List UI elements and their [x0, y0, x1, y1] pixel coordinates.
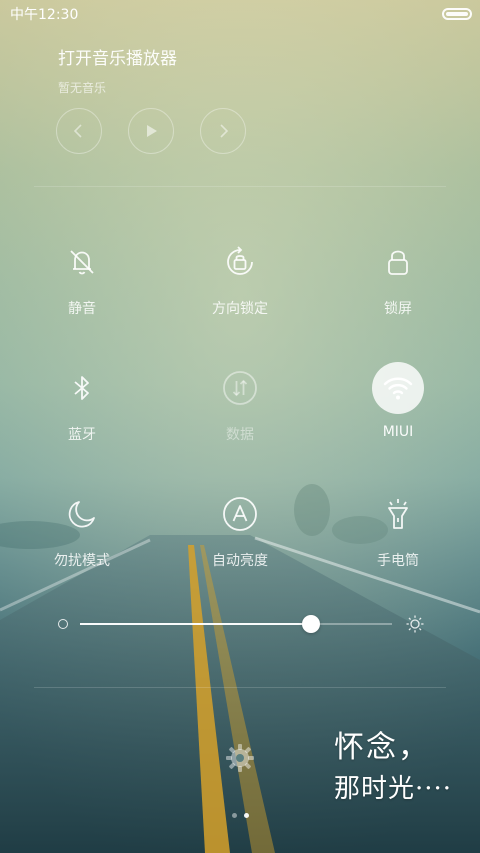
divider	[34, 186, 446, 187]
brightness-fill	[80, 623, 311, 625]
toggle-mute[interactable]: 静音	[22, 236, 142, 318]
moon-icon	[68, 501, 95, 528]
wallpaper-line-1: 怀念，	[334, 730, 430, 765]
toggle-label: 方向锁定	[212, 301, 268, 317]
toggle-label: 手电筒	[377, 553, 419, 569]
toggle-label: 锁屏	[384, 301, 412, 317]
music-subtitle: 暂无音乐	[58, 81, 107, 95]
brightness-track[interactable]	[80, 623, 392, 625]
status-time: 中午12:30	[10, 7, 79, 23]
toggle-auto-brightness[interactable]: 自动亮度	[180, 488, 300, 570]
brightness-low-icon	[58, 619, 68, 629]
play-icon	[147, 125, 157, 137]
mute-bell-icon	[70, 250, 94, 275]
play-button[interactable]	[128, 108, 174, 154]
toggle-label: 勿扰模式	[54, 553, 110, 569]
mobile-data-icon	[223, 371, 257, 405]
rotation-lock-icon	[227, 246, 253, 275]
auto-brightness-icon	[223, 497, 257, 531]
next-button[interactable]	[200, 108, 246, 154]
chevron-right-icon	[220, 124, 229, 138]
gear-icon[interactable]	[224, 742, 256, 774]
lock-icon	[388, 250, 408, 275]
chevron-left-icon	[73, 124, 82, 138]
music-controls	[56, 108, 246, 154]
page-dot-active	[244, 813, 249, 818]
toggle-lock-screen[interactable]: 锁屏	[338, 236, 458, 318]
page-dot	[232, 813, 237, 818]
toggle-flashlight[interactable]: 手电筒	[338, 488, 458, 570]
toggle-rotation-lock[interactable]: 方向锁定	[180, 236, 300, 318]
toggle-label: 蓝牙	[68, 427, 96, 443]
flashlight-icon	[388, 499, 408, 529]
bluetooth-icon	[74, 376, 89, 400]
wifi-icon	[383, 377, 413, 400]
toggle-label: 数据	[226, 427, 254, 443]
brightness-slider[interactable]	[58, 612, 432, 636]
wallpaper-caption: 怀念， 那时光····	[334, 728, 480, 806]
sun-icon	[406, 615, 424, 633]
music-widget[interactable]: 打开音乐播放器 暂无音乐	[58, 44, 418, 96]
toggle-mobile-data[interactable]: 数据	[180, 362, 300, 444]
brightness-knob[interactable]	[301, 615, 320, 633]
divider	[34, 687, 446, 688]
status-bar: 中午12:30	[0, 0, 480, 28]
toggle-label: MIUI	[382, 424, 414, 440]
wallpaper-line-2: 那时光····	[334, 774, 453, 804]
page-indicator	[232, 813, 249, 818]
toggle-bluetooth[interactable]: 蓝牙	[22, 362, 142, 444]
battery-icon	[442, 8, 472, 20]
toggle-do-not-disturb[interactable]: 勿扰模式	[22, 488, 142, 570]
toggle-label: 自动亮度	[212, 553, 268, 569]
toggle-wifi[interactable]: MIUI	[338, 362, 458, 440]
music-title[interactable]: 打开音乐播放器	[58, 44, 418, 69]
previous-button[interactable]	[56, 108, 102, 154]
toggle-label: 静音	[68, 301, 96, 317]
